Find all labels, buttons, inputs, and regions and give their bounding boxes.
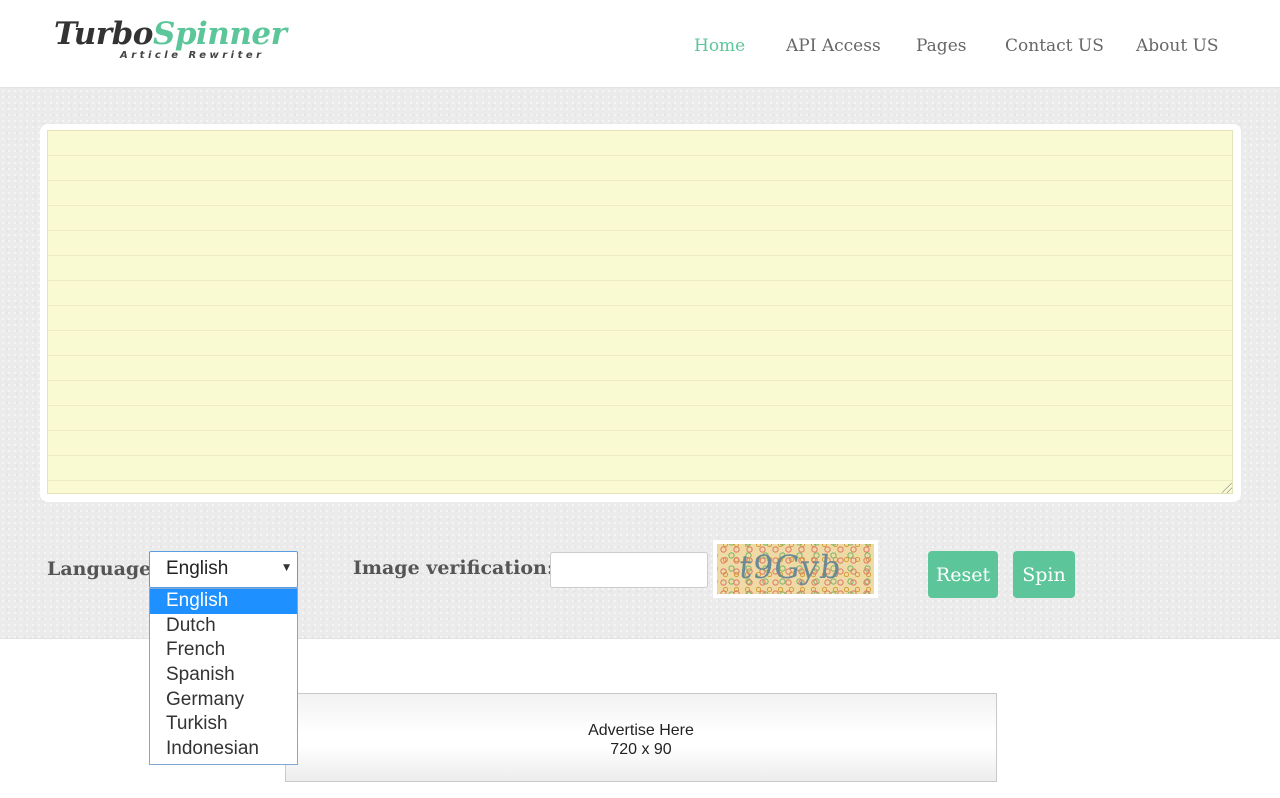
nav-about-us[interactable]: About US xyxy=(1136,36,1219,56)
dropdown-arrow-icon: ▼ xyxy=(283,563,290,573)
language-option-french[interactable]: French xyxy=(150,638,297,663)
article-textarea[interactable] xyxy=(47,130,1233,494)
spinner-panel: Language: English ▼ Image verification: … xyxy=(0,88,1280,639)
language-select[interactable]: English ▼ xyxy=(149,551,298,588)
captcha-background: t9Gyb xyxy=(717,544,874,594)
language-dropdown-list: English Dutch French Spanish Germany Tur… xyxy=(149,588,298,765)
main-nav: Home API Access Pages Contact US About U… xyxy=(0,36,1280,60)
captcha-input[interactable] xyxy=(550,552,708,588)
language-option-turkish[interactable]: Turkish xyxy=(150,712,297,737)
advertisement-banner[interactable]: Advertise Here 720 x 90 xyxy=(285,693,997,782)
nav-api-access[interactable]: API Access xyxy=(786,36,881,56)
nav-home[interactable]: Home xyxy=(694,36,745,56)
nav-contact-us[interactable]: Contact US xyxy=(1005,36,1104,56)
reset-button[interactable]: Reset xyxy=(928,551,998,598)
ad-size: 720 x 90 xyxy=(610,741,672,758)
editor-frame xyxy=(40,124,1241,502)
site-header: TurboSpinner Article Rewriter Home API A… xyxy=(0,0,1280,88)
language-option-english[interactable]: English xyxy=(150,589,297,614)
language-option-spanish[interactable]: Spanish xyxy=(150,663,297,688)
spin-button[interactable]: Spin xyxy=(1013,551,1075,598)
language-option-indonesian[interactable]: Indonesian xyxy=(150,737,297,762)
language-option-dutch[interactable]: Dutch xyxy=(150,614,297,639)
ad-title: Advertise Here xyxy=(588,722,694,739)
captcha-text: t9Gyb xyxy=(737,548,844,586)
captcha-image: t9Gyb xyxy=(713,540,878,598)
language-option-germany[interactable]: Germany xyxy=(150,688,297,713)
image-verification-label: Image verification: xyxy=(353,557,554,579)
language-label: Language: xyxy=(47,558,159,580)
language-select-value: English xyxy=(166,558,229,579)
nav-pages[interactable]: Pages xyxy=(916,36,966,56)
